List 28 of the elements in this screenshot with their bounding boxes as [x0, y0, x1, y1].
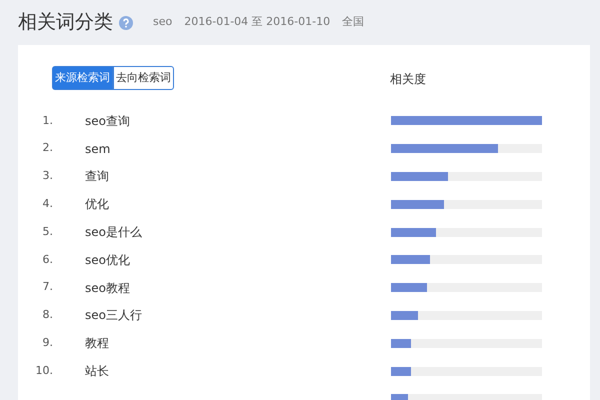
keyword-term: 站长	[85, 363, 110, 380]
tab[interactable]: 来源检索词	[52, 66, 113, 90]
rank-number: 9.	[42, 335, 53, 352]
keyword-term: seo查询	[85, 112, 131, 130]
page-title: 相关词分类	[18, 10, 113, 36]
keyword-term: seo教程	[85, 280, 131, 297]
region-label: 全国	[342, 14, 364, 30]
rank-number: 7.	[42, 279, 53, 296]
keyword-label: seo	[153, 14, 172, 30]
rank-number: 10.	[34, 362, 53, 379]
help-icon[interactable]	[119, 16, 133, 30]
keyword-term: 查询	[85, 168, 110, 186]
column-header: 相关度	[390, 71, 426, 88]
keyword-term: seo优化	[85, 252, 131, 269]
keyword-term: 教程	[85, 335, 110, 352]
keyword-term: seo是什么	[85, 224, 143, 242]
keyword-term: 优化	[85, 196, 110, 214]
rank-number: 1.	[42, 112, 53, 129]
rank-number: 3.	[42, 168, 53, 184]
keyword-term: seo三人行	[85, 307, 143, 324]
rank-number: 2.	[42, 140, 53, 156]
keyword-term: sem	[85, 140, 112, 158]
rank-number: 8.	[42, 307, 53, 324]
tab[interactable]: 去向检索词	[113, 66, 174, 90]
rank-number: 5.	[42, 224, 53, 240]
rank-number: 6.	[42, 252, 53, 268]
date-range: 2016-01-04 至 2016-01-10	[184, 14, 330, 30]
rank-number: 4.	[42, 196, 53, 212]
